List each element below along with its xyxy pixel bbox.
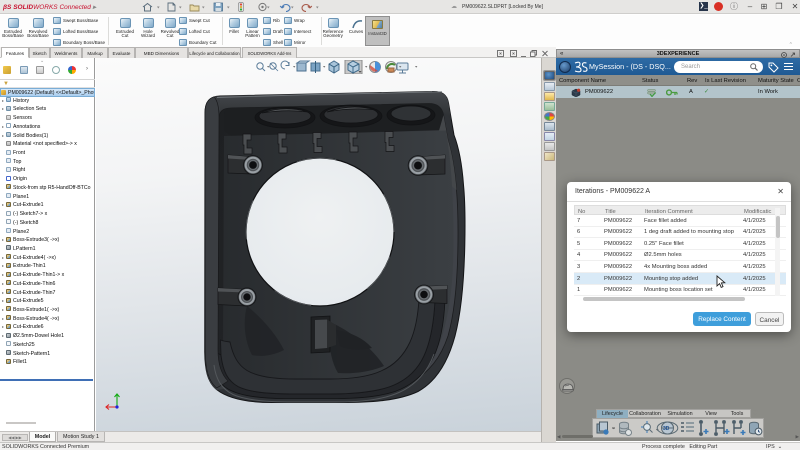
svg-text:3D: 3D [663,426,670,432]
